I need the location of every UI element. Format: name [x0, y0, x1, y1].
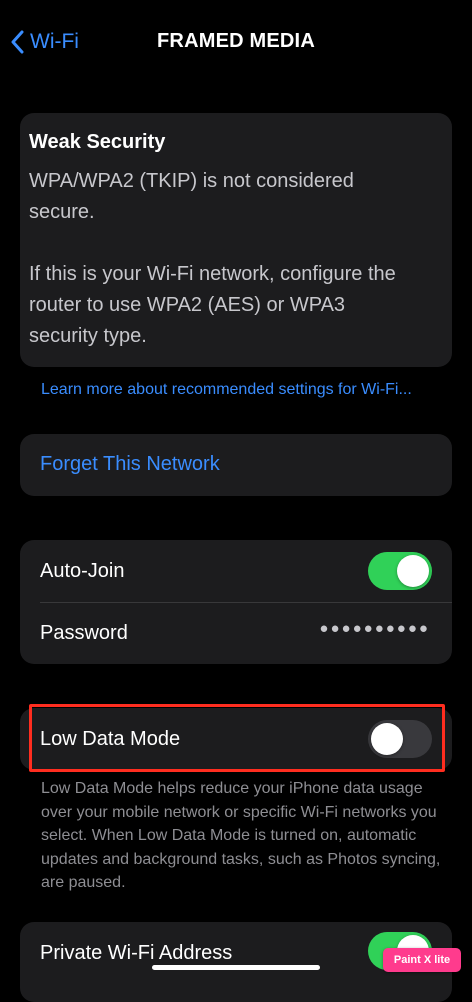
toggle-knob: [397, 555, 429, 587]
low-data-mode-description: Low Data Mode helps reduce your iPhone d…: [41, 780, 441, 891]
password-value[interactable]: ●●●●●●●●●●: [319, 620, 430, 637]
weak-security-body: WPA/WPA2 (TKIP) is not considered secure…: [29, 170, 396, 347]
navigation-bar: Wi-Fi FRAMED MEDIA: [0, 0, 472, 86]
low-data-mode-toggle[interactable]: [368, 720, 432, 758]
weak-security-title: Weak Security: [29, 131, 166, 153]
learn-more-link[interactable]: Learn more about recommended settings fo…: [41, 377, 441, 402]
home-indicator: [152, 965, 320, 970]
auto-join-toggle[interactable]: [368, 552, 432, 590]
password-label: Password: [40, 622, 128, 644]
watermark-badge: Paint X lite: [383, 948, 461, 972]
forget-network-button[interactable]: Forget This Network: [20, 434, 452, 496]
auto-join-password-group: Auto-Join Password ●●●●●●●●●●: [20, 540, 452, 664]
private-address-label: Private Wi-Fi Address: [40, 942, 233, 964]
auto-join-label: Auto-Join: [40, 560, 125, 582]
page-title: FRAMED MEDIA: [157, 30, 315, 52]
forget-network-label: Forget This Network: [40, 453, 220, 475]
row-divider: [40, 602, 452, 603]
toggle-knob: [371, 723, 403, 755]
low-data-mode-row: Low Data Mode: [20, 708, 452, 770]
low-data-mode-label: Low Data Mode: [40, 728, 181, 750]
